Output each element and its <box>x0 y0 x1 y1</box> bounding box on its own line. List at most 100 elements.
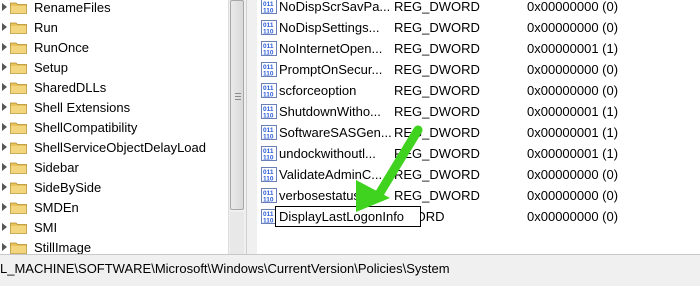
value-row[interactable]: 011 110 ValidateAdminC... REG_DWORD 0x000000… <box>257 164 700 185</box>
reg-dword-icon: 011110 <box>261 20 277 35</box>
expand-arrow-icon[interactable] <box>2 223 7 231</box>
expand-arrow-icon[interactable] <box>2 23 7 31</box>
folder-icon <box>10 62 27 74</box>
expand-arrow-icon[interactable] <box>2 243 7 251</box>
reg-dword-icon: 011110 <box>261 167 277 182</box>
tree-item[interactable]: ShellServiceObjectDelayLoad <box>0 138 228 158</box>
svg-text:110: 110 <box>263 113 274 120</box>
registry-value-list[interactable]: 011 110 NoDispScrSavPa... REG_DWORD 0x000000… <box>257 0 700 254</box>
value-row[interactable]: 011 110 SoftwareSASGen... REG_DWORD 0x000000… <box>257 122 700 143</box>
registry-key-tree[interactable]: RenameFiles Run RunOnce Setup SharedDLLs Shel… <box>0 0 228 254</box>
value-data: 0x00000000 (0) <box>527 167 619 182</box>
svg-text:110: 110 <box>263 134 274 141</box>
value-type: REG_DWORD <box>394 125 480 140</box>
value-data: 0x00000000 (0) <box>527 0 619 14</box>
tree-item[interactable]: Sidebar <box>0 158 228 178</box>
tree-item-label: SideBySide <box>34 180 102 195</box>
tree-item-label: Sidebar <box>34 160 79 175</box>
reg-dword-icon: 011110 <box>261 41 277 56</box>
value-data: 0x00000000 (0) <box>527 20 619 35</box>
expand-arrow-icon[interactable] <box>2 103 7 111</box>
reg-dword-icon: 011110 <box>261 104 277 119</box>
svg-text:110: 110 <box>263 8 274 15</box>
expand-arrow-icon[interactable] <box>2 3 7 11</box>
reg-dword-icon: 011110 <box>261 125 277 140</box>
scrollbar-track[interactable] <box>230 212 244 254</box>
tree-item-label: ShellServiceObjectDelayLoad <box>34 140 206 155</box>
tree-vertical-scrollbar[interactable] <box>228 0 246 254</box>
value-name: ValidateAdminC... <box>279 167 383 182</box>
value-name: ShutdownWitho... <box>279 104 381 119</box>
tree-item-label: ShellCompatibility <box>34 120 138 135</box>
status-bar: L_MACHINE\SOFTWARE\Microsoft\Windows\Cur… <box>0 254 700 286</box>
tree-item-label: RunOnce <box>34 40 89 55</box>
expand-arrow-icon[interactable] <box>2 163 7 171</box>
value-type: REG_DWORD <box>394 104 480 119</box>
value-name: PromptOnSecur... <box>279 62 383 77</box>
reg-dword-icon: 011110 <box>261 146 277 161</box>
value-row[interactable]: 011 110 ShutdownWitho... REG_DWORD 0x0000000… <box>257 101 700 122</box>
folder-icon <box>10 122 27 134</box>
value-type: REG_DWORD <box>394 83 480 98</box>
expand-arrow-icon[interactable] <box>2 143 7 151</box>
value-row[interactable]: 011 110 verbosestatus REG_DWORD 0x00000000 (… <box>257 185 700 206</box>
expand-arrow-icon[interactable] <box>2 63 7 71</box>
reg-dword-icon: 011110 <box>261 188 277 203</box>
tree-item[interactable]: StillImage <box>0 238 228 254</box>
folder-icon <box>10 22 27 34</box>
svg-text:110: 110 <box>263 155 274 162</box>
tree-item-label: SMI <box>34 220 58 235</box>
tree-item-label: SMDEn <box>34 200 79 215</box>
tree-item[interactable]: SideBySide <box>0 178 228 198</box>
value-row[interactable]: 011 110 NoInternetOpen... REG_DWORD 0x000000… <box>257 38 700 59</box>
value-data: 0x00000000 (0) <box>527 83 619 98</box>
reg-dword-icon: 011110 <box>261 0 277 14</box>
scrollbar-thumb[interactable] <box>230 0 244 210</box>
expand-arrow-icon[interactable] <box>2 43 7 51</box>
reg-dword-icon: 011110 <box>261 62 277 77</box>
tree-item-label: SharedDLLs <box>34 80 107 95</box>
scrollbar-grip-icon <box>235 93 241 101</box>
value-type: REG_DWORD <box>394 167 480 182</box>
folder-icon <box>10 222 27 234</box>
value-row[interactable]: 011 110 undockwithoutl... REG_DWORD 0x000000… <box>257 143 700 164</box>
value-type: REG_DWORD <box>394 188 480 203</box>
value-data: 0x00000000 (0) <box>527 209 619 224</box>
tree-item[interactable]: Setup <box>0 58 228 78</box>
svg-text:110: 110 <box>263 29 274 36</box>
value-row[interactable]: 011 110 NoDispScrSavPa... REG_DWORD 0x000000… <box>257 0 700 17</box>
svg-text:110: 110 <box>263 176 274 183</box>
value-data: 0x00000001 (1) <box>527 104 619 119</box>
value-row[interactable]: 011 110 scforceoption REG_DWORD 0x00000000 (… <box>257 80 700 101</box>
value-name: scforceoption <box>279 83 357 98</box>
tree-item-label: Shell Extensions <box>34 100 131 115</box>
value-row[interactable]: 011 110 NoDispSettings... REG_DWORD 0x000000… <box>257 17 700 38</box>
value-data: 0x00000001 (1) <box>527 146 619 161</box>
tree-item[interactable]: RunOnce <box>0 38 228 58</box>
rename-value-input[interactable] <box>275 206 421 227</box>
value-type: REG_DWORD <box>394 20 480 35</box>
value-data: 0x00000000 (0) <box>527 62 619 77</box>
expand-arrow-icon[interactable] <box>2 123 7 131</box>
folder-icon <box>10 82 27 94</box>
tree-item[interactable]: RenameFiles <box>0 0 228 18</box>
tree-item[interactable]: SMI <box>0 218 228 238</box>
tree-item-label: Run <box>34 20 58 35</box>
tree-item[interactable]: ShellCompatibility <box>0 118 228 138</box>
tree-item[interactable]: Run <box>0 18 228 38</box>
tree-item[interactable]: SharedDLLs <box>0 78 228 98</box>
tree-item-label: StillImage <box>34 240 92 254</box>
expand-arrow-icon[interactable] <box>2 183 7 191</box>
folder-icon <box>10 162 27 174</box>
folder-icon <box>10 102 27 114</box>
expand-arrow-icon[interactable] <box>2 83 7 91</box>
folder-icon <box>10 2 27 14</box>
value-type: REG_DWORD <box>394 0 480 14</box>
value-type: REG_DWORD <box>394 146 480 161</box>
reg-dword-icon: 011110 <box>261 83 277 98</box>
tree-item[interactable]: Shell Extensions <box>0 98 228 118</box>
tree-item[interactable]: SMDEn <box>0 198 228 218</box>
value-name: SoftwareSASGen... <box>279 125 392 140</box>
value-row[interactable]: 011 110 PromptOnSecur... REG_DWORD 0x0000000… <box>257 59 700 80</box>
expand-arrow-icon[interactable] <box>2 203 7 211</box>
